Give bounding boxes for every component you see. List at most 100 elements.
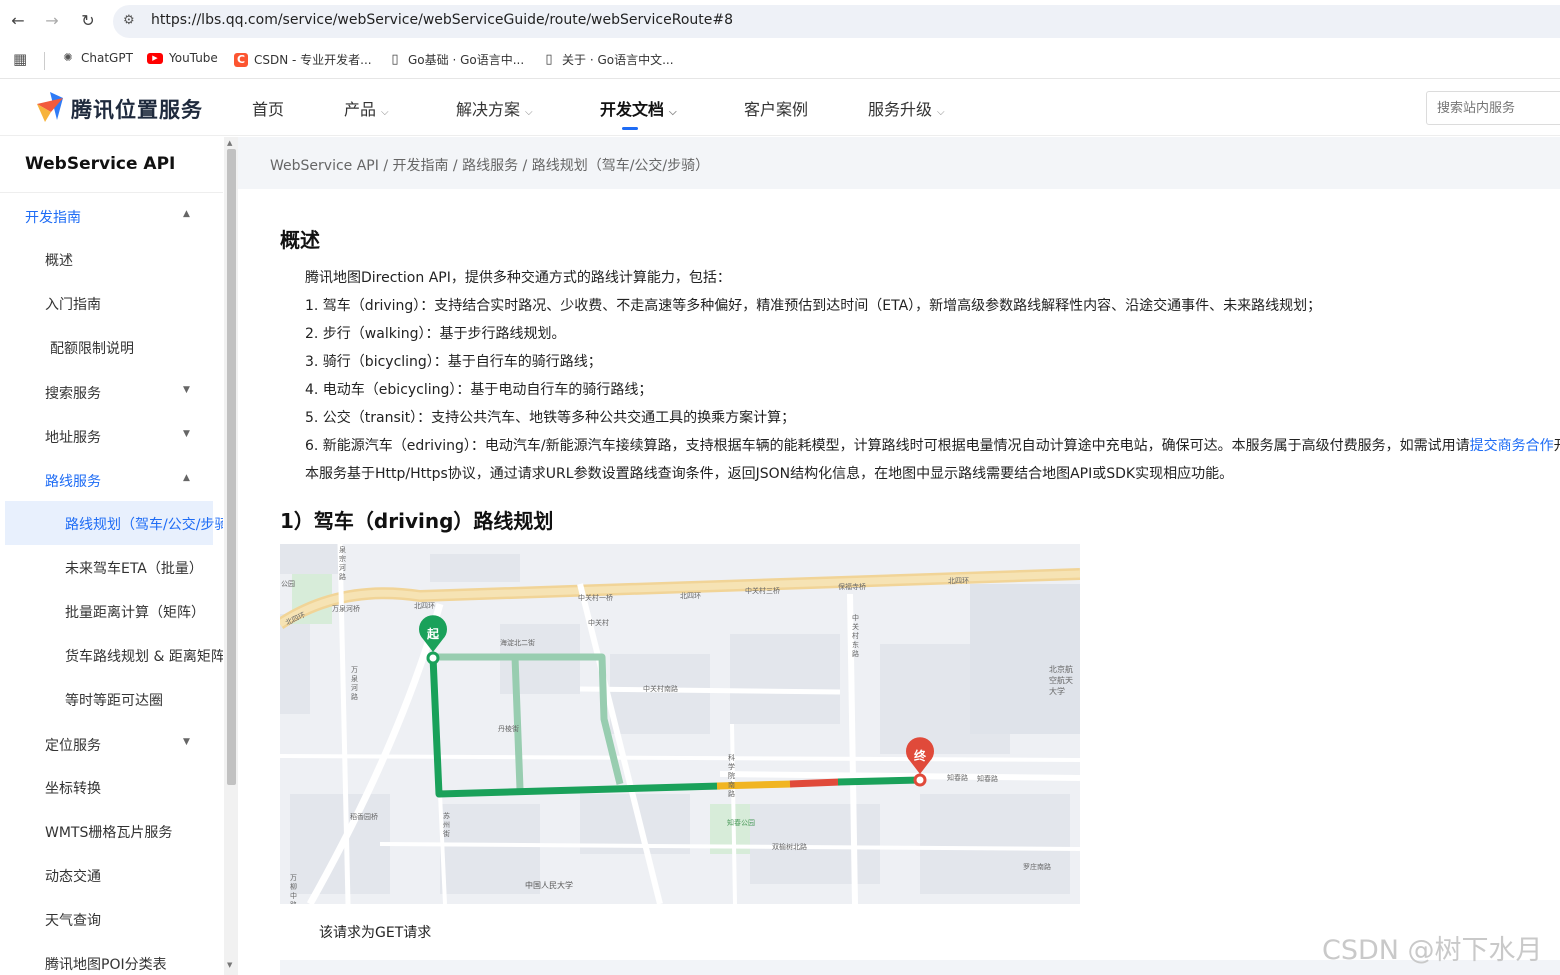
- browser-address-bar: ← → ↻ ⚙ https://lbs.qq.com/service/webSe…: [0, 0, 1560, 42]
- chevron-down-icon: ⌵: [937, 107, 945, 118]
- route-map[interactable]: 起 终 北四环 北四环 北四环 北四环 中关村一桥 中关村三桥 保福寺桥 万泉河…: [280, 544, 1080, 904]
- map-label: 知春路: [977, 775, 998, 783]
- sidebar-item-isochrone[interactable]: 等时等距可达圈: [0, 679, 223, 719]
- sidebar-item-route-service[interactable]: 路线服务 ▲: [0, 460, 223, 500]
- map-label: 中关村南路: [643, 685, 678, 693]
- map-label: 苏州街: [443, 812, 450, 838]
- sidebar-item-distance-matrix[interactable]: 批量距离计算（矩阵）: [0, 591, 223, 631]
- nav-upgrade[interactable]: 服务升级 ⌵: [868, 96, 945, 120]
- nav-docs[interactable]: 开发文档 ⌵: [600, 96, 677, 120]
- sidebar-item-label: 地址服务: [45, 430, 101, 446]
- sidebar-item-future-eta[interactable]: 未来驾车ETA（批量）: [0, 547, 223, 587]
- watermark: CSDN @树下水月: [1322, 935, 1543, 966]
- apps-grid-icon[interactable]: ▦: [13, 50, 27, 68]
- book-icon: ▯: [391, 51, 399, 67]
- map-label: 海淀北二街: [500, 639, 535, 647]
- sidebar-item-coord-convert[interactable]: 坐标转换: [0, 767, 223, 807]
- sidebar-item-truck-route[interactable]: 货车路线规划 & 距离矩阵: [0, 635, 223, 675]
- sidebar-item-label: 开发指南: [25, 210, 81, 226]
- edriving-text: 6. 新能源汽车（edriving）：电动汽车/新能源汽车接续算路，支持根据车辆…: [305, 438, 1470, 454]
- sidebar-item-traffic[interactable]: 动态交通: [0, 855, 223, 895]
- sidebar-item-weather[interactable]: 天气查询: [0, 899, 223, 939]
- sidebar-item-label: 搜索服务: [45, 386, 101, 402]
- bookmark-label: Go基础 · Go语言中...: [408, 53, 525, 67]
- map-road-zhongguancun: [577, 583, 663, 904]
- sidebar-scrollbar[interactable]: ▲ ▼: [224, 137, 238, 975]
- sidebar-item-search-service[interactable]: 搜索服务 ▼: [0, 372, 223, 412]
- sidebar-item-wmts[interactable]: WMTS栅格瓦片服务: [0, 811, 223, 851]
- active-nav-indicator: [622, 127, 638, 130]
- sidebar: WebService API 开发指南 ▲ 概述 入门指南 配额限制说明 搜索服务…: [0, 137, 223, 975]
- map-label: 泉宗河路: [339, 546, 346, 581]
- map-label: 北四环: [680, 592, 701, 600]
- nav-label: 服务升级: [868, 100, 933, 119]
- bookmark-label: CSDN - 专业开发者...: [254, 53, 372, 67]
- nav-cases[interactable]: 客户案例: [744, 96, 808, 120]
- map-label: 双榆树北路: [772, 843, 807, 851]
- csdn-icon: C: [234, 52, 248, 67]
- main-route-green-2: [837, 776, 921, 786]
- overview-heading: 概述: [280, 228, 320, 252]
- reload-icon[interactable]: ↻: [78, 11, 98, 31]
- scrollbar-thumb[interactable]: [227, 149, 236, 785]
- sidebar-item-dev-guide[interactable]: 开发指南 ▲: [0, 196, 223, 236]
- sidebar-item-poi-category[interactable]: 腾讯地图POI分类表: [0, 943, 223, 975]
- site-search-input[interactable]: [1427, 92, 1547, 124]
- caret-up-icon[interactable]: ▲: [183, 473, 190, 483]
- sidebar-item-address-service[interactable]: 地址服务 ▼: [0, 416, 223, 456]
- bookmark-csdn[interactable]: C CSDN - 专业开发者...: [234, 51, 372, 68]
- nav-products[interactable]: 产品 ⌵: [344, 96, 389, 120]
- map-label: 稻香园桥: [350, 813, 378, 821]
- business-cooperation-link[interactable]: 提交商务合作: [1470, 438, 1554, 454]
- tencent-location-logo-icon[interactable]: [33, 90, 67, 124]
- edriving-tail: 开: [1554, 438, 1560, 454]
- nav-home[interactable]: 首页: [252, 96, 284, 120]
- sidebar-item-label: 路线规划（驾车/公交/步骑: [65, 517, 223, 533]
- nav-label: 客户案例: [744, 100, 809, 119]
- caret-down-icon[interactable]: ▼: [183, 429, 190, 439]
- nav-solutions[interactable]: 解决方案 ⌵: [456, 96, 533, 120]
- map-label: 丹棱街: [498, 725, 519, 733]
- book-icon: ▯: [545, 51, 553, 67]
- url-text[interactable]: https://lbs.qq.com/service/webService/we…: [151, 12, 733, 28]
- sidebar-item-quota[interactable]: 配额限制说明: [0, 327, 223, 367]
- caret-down-icon[interactable]: ▼: [183, 385, 190, 395]
- sidebar-item-location-service[interactable]: 定位服务 ▼: [0, 724, 223, 764]
- caret-down-icon[interactable]: ▼: [183, 737, 190, 747]
- map-label: 北京航空航天大学: [1049, 665, 1073, 696]
- sidebar-item-label: 配额限制说明: [50, 341, 134, 357]
- caret-up-icon[interactable]: ▲: [183, 209, 190, 219]
- sidebar-item-route-planning[interactable]: 路线规划（驾车/公交/步骑: [0, 503, 223, 543]
- scroll-down-icon[interactable]: ▼: [227, 961, 232, 969]
- bookmark-go-about[interactable]: ▯ 关于 · Go语言中文...: [542, 51, 674, 68]
- url-field[interactable]: ⚙ https://lbs.qq.com/service/webService/…: [113, 5, 1560, 38]
- sidebar-item-label: 货车路线规划 & 距离矩阵: [65, 649, 223, 665]
- forward-arrow-icon[interactable]: →: [42, 11, 62, 31]
- sidebar-item-getting-started[interactable]: 入门指南: [0, 283, 223, 323]
- map-label: 中关村三桥: [745, 587, 780, 595]
- site-info-icon[interactable]: ⚙: [123, 13, 135, 28]
- sidebar-item-label: 入门指南: [45, 297, 101, 313]
- scroll-up-icon[interactable]: ▲: [227, 139, 232, 147]
- bookmark-youtube[interactable]: ▶ YouTube: [147, 51, 218, 65]
- overview-protocol: 本服务基于Http/Https协议，通过请求URL参数设置路线查询条件，返回JS…: [305, 466, 1234, 482]
- nav-label: 解决方案: [456, 100, 521, 119]
- bookmark-go-basics[interactable]: ▯ Go基础 · Go语言中...: [388, 51, 524, 68]
- nav-label: 开发文档: [600, 100, 665, 119]
- main-route-red: [789, 778, 841, 788]
- sidebar-item-label: WMTS栅格瓦片服务: [45, 825, 173, 841]
- bookmark-label: 关于 · Go语言中文...: [562, 53, 674, 67]
- bookmark-chatgpt[interactable]: ✺ ChatGPT: [61, 51, 133, 65]
- back-arrow-icon[interactable]: ←: [8, 11, 28, 31]
- bookmark-divider: [44, 52, 45, 70]
- sidebar-item-overview[interactable]: 概述: [0, 239, 223, 279]
- sidebar-item-label: 等时等距可达圈: [65, 693, 163, 709]
- map-label: 中国人民大学: [525, 881, 573, 890]
- site-search-box[interactable]: [1426, 91, 1560, 125]
- breadcrumb[interactable]: WebService API / 开发指南 / 路线服务 / 路线规划（驾车/公…: [270, 155, 709, 175]
- chevron-down-icon: ⌵: [381, 107, 389, 118]
- get-request-note: 该请求为GET请求: [319, 925, 432, 941]
- chatgpt-icon: ✺: [63, 51, 73, 64]
- logo-text[interactable]: 腾讯位置服务: [71, 94, 203, 124]
- map-label: 中关村东路: [852, 614, 859, 658]
